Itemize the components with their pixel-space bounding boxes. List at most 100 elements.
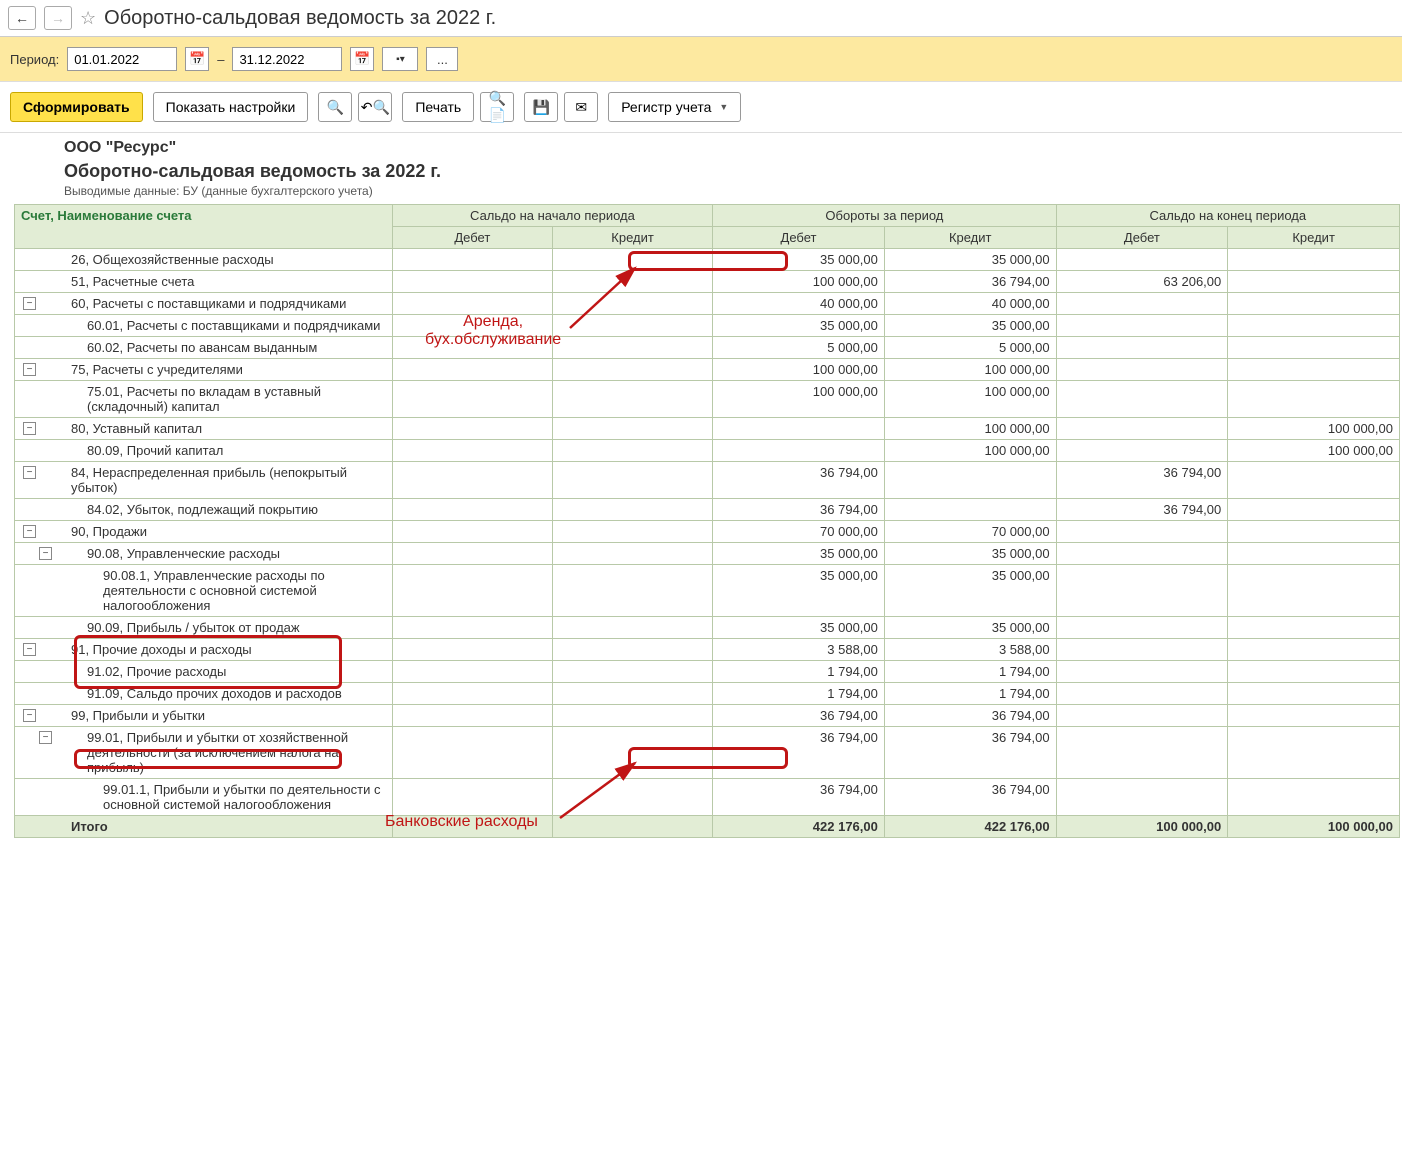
table-row[interactable]: 80.09, Прочий капитал100 000,00100 000,0… xyxy=(15,440,1400,462)
collapse-icon[interactable]: − xyxy=(39,547,52,560)
collapse-icon[interactable]: − xyxy=(23,422,36,435)
cell-td: 35 000,00 xyxy=(713,249,885,271)
cell-tc: 3 588,00 xyxy=(884,639,1056,661)
cell-cc xyxy=(1228,249,1400,271)
period-to-input[interactable] xyxy=(232,47,342,71)
table-row[interactable]: 75.01, Расчеты по вкладам в уставный (ск… xyxy=(15,381,1400,418)
search-back-button[interactable]: ↶🔍 xyxy=(358,92,392,122)
totals-cc: 100 000,00 xyxy=(1228,816,1400,838)
cell-oc xyxy=(552,543,712,565)
table-row[interactable]: 60.02, Расчеты по авансам выданным5 000,… xyxy=(15,337,1400,359)
account-name: 90.08.1, Управленческие расходы по деяте… xyxy=(71,568,386,613)
cell-od xyxy=(392,337,552,359)
favorite-star-icon[interactable]: ☆ xyxy=(80,8,96,29)
table-row[interactable]: − 99.01, Прибыли и убытки от хозяйственно… xyxy=(15,727,1400,779)
cell-od xyxy=(392,661,552,683)
cell-td: 1 794,00 xyxy=(713,661,885,683)
register-button[interactable]: Регистр учета ▼ xyxy=(608,92,741,122)
cell-cc xyxy=(1228,683,1400,705)
col-turnover-credit: Кредит xyxy=(884,227,1056,249)
cell-td: 35 000,00 xyxy=(713,543,885,565)
totals-tc: 422 176,00 xyxy=(884,816,1056,838)
cell-od xyxy=(392,779,552,816)
show-settings-button[interactable]: Показать настройки xyxy=(153,92,309,122)
account-name: 60, Расчеты с поставщиками и подрядчикам… xyxy=(71,296,386,311)
cell-od xyxy=(392,271,552,293)
table-row[interactable]: −99, Прибыли и убытки36 794,0036 794,00 xyxy=(15,705,1400,727)
cell-tc: 35 000,00 xyxy=(884,565,1056,617)
cell-td: 35 000,00 xyxy=(713,315,885,337)
email-button[interactable]: ✉ xyxy=(564,92,598,122)
cell-cd xyxy=(1056,727,1228,779)
print-preview-button[interactable]: 🔍📄 xyxy=(480,92,514,122)
table-row[interactable]: −80, Уставный капитал100 000,00100 000,0… xyxy=(15,418,1400,440)
cell-cc xyxy=(1228,462,1400,499)
cell-oc xyxy=(552,359,712,381)
cell-od xyxy=(392,249,552,271)
cell-td: 36 794,00 xyxy=(713,462,885,499)
cell-od xyxy=(392,293,552,315)
account-name: 84, Нераспределенная прибыль (непокрытый… xyxy=(71,465,386,495)
collapse-icon[interactable]: − xyxy=(23,709,36,722)
account-name: 99.01, Прибыли и убытки от хозяйственной… xyxy=(71,730,386,775)
cell-cd xyxy=(1056,779,1228,816)
table-row[interactable]: 91.02, Прочие расходы1 794,001 794,00 xyxy=(15,661,1400,683)
collapse-icon[interactable]: − xyxy=(23,525,36,538)
nav-forward-button[interactable]: → xyxy=(44,6,72,30)
table-row[interactable]: 99.01.1, Прибыли и убытки по деятельност… xyxy=(15,779,1400,816)
table-row[interactable]: 90.09, Прибыль / убыток от продаж35 000,… xyxy=(15,617,1400,639)
cell-tc: 35 000,00 xyxy=(884,617,1056,639)
table-row[interactable]: −91, Прочие доходы и расходы3 588,003 58… xyxy=(15,639,1400,661)
form-button[interactable]: Сформировать xyxy=(10,92,143,122)
table-row[interactable]: 91.09, Сальдо прочих доходов и расходов1… xyxy=(15,683,1400,705)
cell-cc xyxy=(1228,543,1400,565)
collapse-icon[interactable]: − xyxy=(23,466,36,479)
table-row[interactable]: 60.01, Расчеты с поставщиками и подрядчи… xyxy=(15,315,1400,337)
table-row[interactable]: 84.02, Убыток, подлежащий покрытию36 794… xyxy=(15,499,1400,521)
cell-oc xyxy=(552,779,712,816)
cell-od xyxy=(392,727,552,779)
cell-tc: 100 000,00 xyxy=(884,440,1056,462)
nav-back-button[interactable]: ← xyxy=(8,6,36,30)
table-row[interactable]: 90.08.1, Управленческие расходы по деяте… xyxy=(15,565,1400,617)
table-row[interactable]: − 84, Нераспределенная прибыль (непокрыты… xyxy=(15,462,1400,499)
cell-tc: 35 000,00 xyxy=(884,543,1056,565)
collapse-icon[interactable]: − xyxy=(39,731,52,744)
save-button[interactable]: 💾 xyxy=(524,92,558,122)
cell-td: 36 794,00 xyxy=(713,727,885,779)
col-opening-debit: Дебет xyxy=(392,227,552,249)
table-row[interactable]: 51, Расчетные счета100 000,0036 794,0063… xyxy=(15,271,1400,293)
print-button[interactable]: Печать xyxy=(402,92,474,122)
collapse-icon[interactable]: − xyxy=(23,297,36,310)
cell-td: 36 794,00 xyxy=(713,779,885,816)
cell-oc xyxy=(552,521,712,543)
table-row[interactable]: 26, Общехозяйственные расходы35 000,0035… xyxy=(15,249,1400,271)
collapse-icon[interactable]: − xyxy=(23,643,36,656)
cell-td xyxy=(713,440,885,462)
period-from-calendar-icon[interactable]: 📅 xyxy=(185,47,209,71)
period-more-button[interactable]: ... xyxy=(426,47,458,71)
cell-tc: 36 794,00 xyxy=(884,271,1056,293)
cell-cc xyxy=(1228,381,1400,418)
search-button[interactable]: 🔍 xyxy=(318,92,352,122)
table-row[interactable]: −75, Расчеты с учредителями100 000,00100… xyxy=(15,359,1400,381)
period-to-calendar-icon[interactable]: 📅 xyxy=(350,47,374,71)
cell-od xyxy=(392,418,552,440)
cell-od xyxy=(392,381,552,418)
cell-oc xyxy=(552,315,712,337)
period-toggle-button[interactable]: ▪▾ xyxy=(382,47,418,71)
cell-td: 100 000,00 xyxy=(713,271,885,293)
cell-od xyxy=(392,639,552,661)
col-turnover: Обороты за период xyxy=(713,205,1056,227)
cell-td: 100 000,00 xyxy=(713,359,885,381)
table-row[interactable]: −90.08, Управленческие расходы35 000,003… xyxy=(15,543,1400,565)
cell-od xyxy=(392,359,552,381)
cell-td: 35 000,00 xyxy=(713,565,885,617)
cell-od xyxy=(392,543,552,565)
table-row[interactable]: − 60, Расчеты с поставщиками и подрядчика… xyxy=(15,293,1400,315)
period-from-input[interactable] xyxy=(67,47,177,71)
cell-cd xyxy=(1056,565,1228,617)
collapse-icon[interactable]: − xyxy=(23,363,36,376)
cell-cd: 36 794,00 xyxy=(1056,462,1228,499)
table-row[interactable]: −90, Продажи70 000,0070 000,00 xyxy=(15,521,1400,543)
